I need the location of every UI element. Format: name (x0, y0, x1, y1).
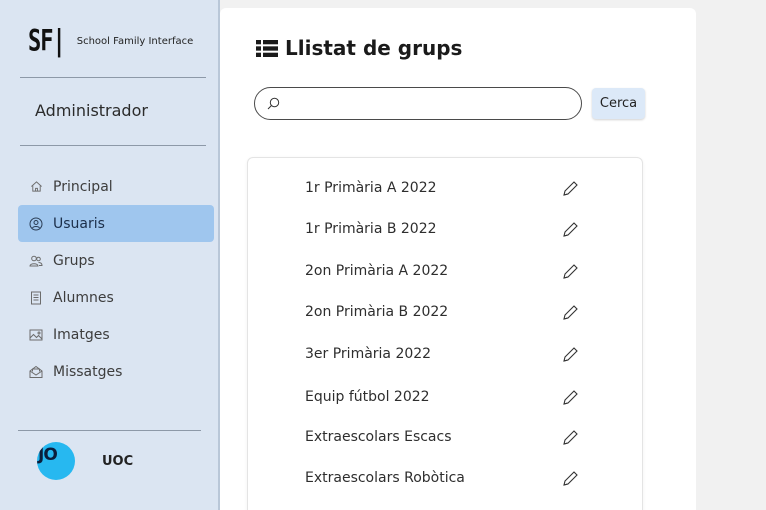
sidebar-divider-top (20, 77, 206, 78)
pencil-icon[interactable] (561, 470, 579, 488)
search-icon (267, 97, 280, 110)
pencil-icon[interactable] (561, 263, 579, 281)
main-panel: Llistat de grups Cerca 1r Primària A 202… (220, 8, 696, 510)
sidebar-item-missatges[interactable]: Missatges (18, 353, 214, 390)
group-name: 1r Primària B 2022 (305, 221, 437, 237)
group-row[interactable]: 1r Primària A 2022 (248, 168, 644, 208)
page-title: Llistat de grups (256, 36, 462, 60)
group-name: Extraescolars Robòtica (305, 470, 465, 486)
group-name: 2on Primària A 2022 (305, 263, 449, 279)
brand-name: School Family Interface (76, 36, 194, 47)
sidebar-item-usuaris[interactable]: Usuaris (18, 205, 214, 242)
group-row[interactable]: 3er Primària 2022 (248, 334, 644, 374)
envelope-icon (29, 365, 43, 379)
sidebar-item-label: Imatges (53, 326, 110, 343)
group-name: 3er Primària 2022 (305, 346, 432, 362)
group-list: 1r Primària A 2022 1r Primària B 2022 2on … (247, 157, 643, 510)
sidebar: SF| School Family Interface Administrado… (0, 0, 220, 510)
uoc-logo: JO (37, 442, 75, 480)
search-button[interactable]: Cerca (592, 88, 645, 119)
sidebar-item-label: Principal (53, 178, 113, 195)
sidebar-nav: Principal Usuaris Grups Alumnes Imatges (18, 168, 214, 390)
group-row[interactable]: 2on Primària A 2022 (248, 251, 644, 291)
sidebar-item-label: Grups (53, 252, 95, 269)
search-box[interactable] (254, 87, 582, 120)
pencil-icon[interactable] (561, 304, 579, 322)
group-row[interactable]: Extraescolars Escacs (248, 417, 644, 457)
group-row[interactable]: Equip fútbol 2022 (248, 377, 644, 417)
users-icon (29, 254, 43, 268)
pencil-icon[interactable] (561, 180, 579, 198)
pencil-icon[interactable] (561, 389, 579, 407)
pencil-icon[interactable] (561, 346, 579, 364)
group-row[interactable]: 1r Primària B 2022 (248, 209, 644, 249)
user-role-label: Administrador (35, 101, 148, 120)
sidebar-item-label: Usuaris (53, 215, 105, 232)
sidebar-item-principal[interactable]: Principal (18, 168, 214, 205)
image-icon (29, 328, 43, 342)
uoc-logo-text: JO (38, 445, 58, 465)
document-icon (29, 291, 43, 305)
sidebar-item-alumnes[interactable]: Alumnes (18, 279, 214, 316)
search-input[interactable] (288, 96, 568, 111)
pencil-icon[interactable] (561, 429, 579, 447)
pencil-icon[interactable] (561, 221, 579, 239)
page-title-text: Llistat de grups (285, 36, 463, 60)
group-name: 2on Primària B 2022 (305, 304, 449, 320)
sidebar-item-label: Missatges (53, 363, 123, 380)
user-circle-icon (29, 217, 43, 231)
sidebar-item-imatges[interactable]: Imatges (18, 316, 214, 353)
group-name: 1r Primària A 2022 (305, 180, 437, 196)
sidebar-divider-middle (20, 145, 206, 146)
home-icon (29, 180, 43, 194)
group-name: Equip fútbol 2022 (305, 389, 430, 405)
sidebar-item-grups[interactable]: Grups (18, 242, 214, 279)
list-icon (256, 39, 278, 57)
sidebar-item-label: Alumnes (53, 289, 114, 306)
group-row[interactable]: 2on Primària B 2022 (248, 292, 644, 332)
app-logo: SF| (28, 24, 66, 59)
uoc-label: UOC (102, 454, 134, 469)
group-row[interactable]: Extraescolars Robòtica (248, 458, 644, 498)
group-name: Extraescolars Escacs (305, 429, 452, 445)
sidebar-divider-bottom (18, 430, 201, 431)
brand[interactable]: SF| School Family Interface (28, 25, 194, 59)
